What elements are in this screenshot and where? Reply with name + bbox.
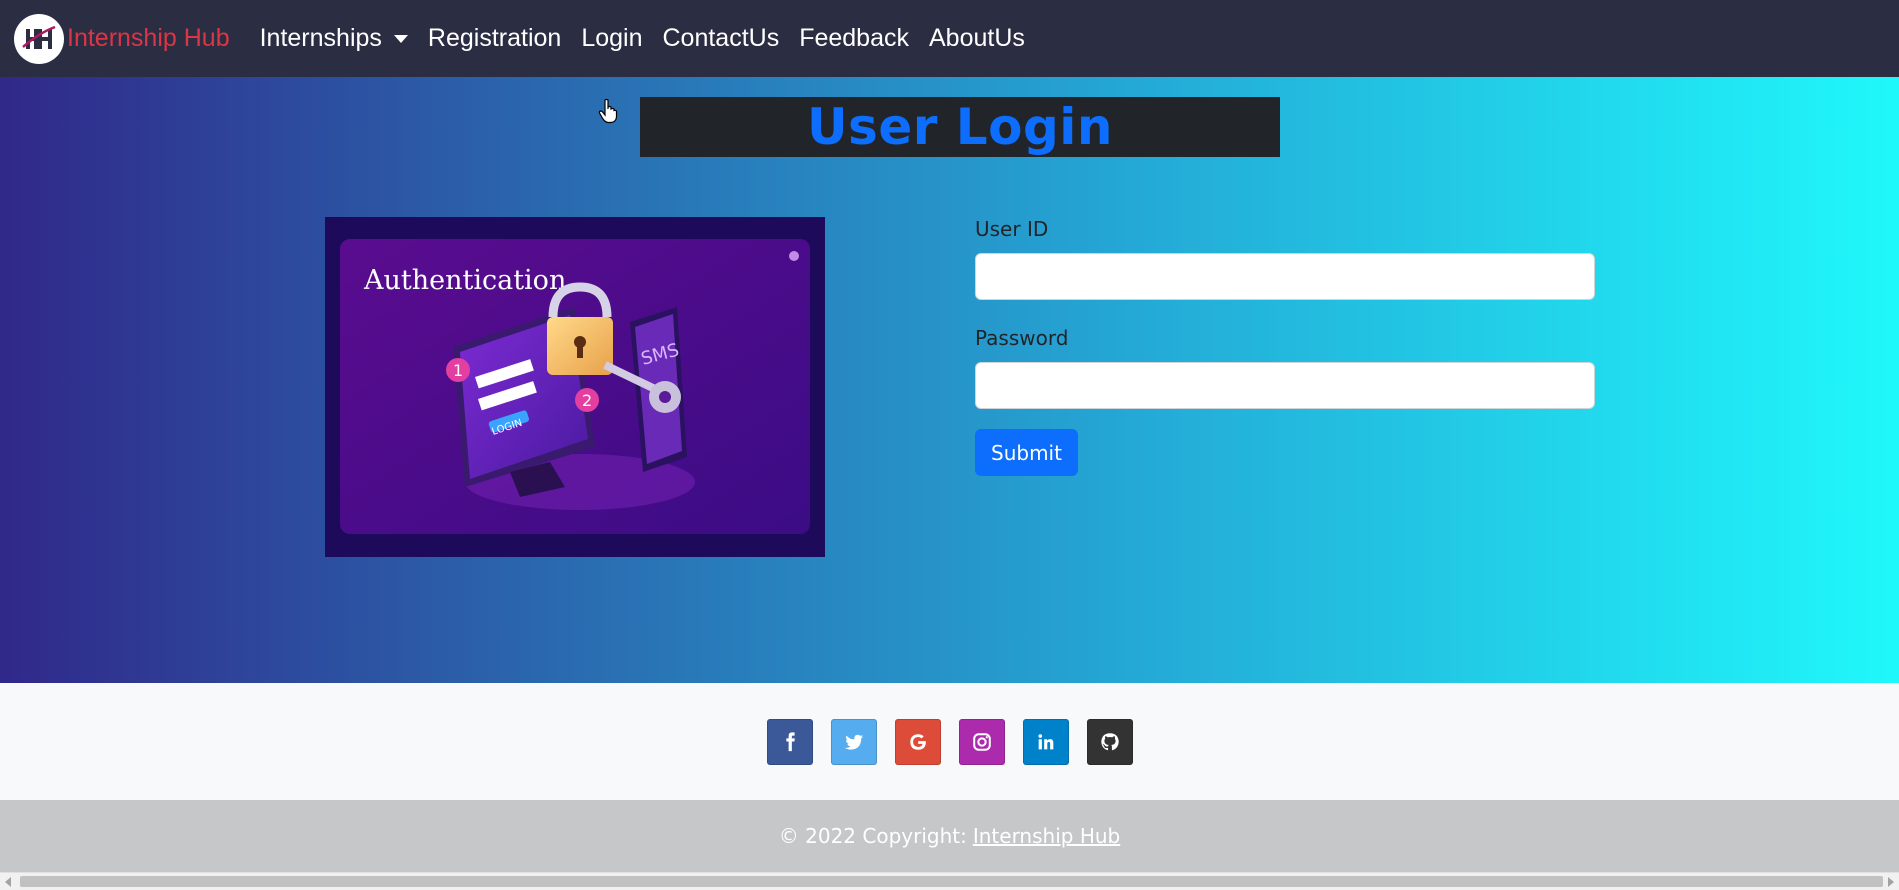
svg-text:1: 1: [453, 361, 463, 380]
twitter-icon: [844, 734, 863, 750]
horizontal-scrollbar[interactable]: [0, 872, 1899, 890]
github-button[interactable]: [1086, 718, 1133, 765]
linkedin-icon: [1037, 733, 1053, 749]
instagram-button[interactable]: [958, 718, 1005, 765]
scrollbar-thumb[interactable]: [20, 876, 1883, 887]
copyright-text: © 2022 Copyright:: [778, 824, 967, 848]
svg-text:2: 2: [582, 391, 592, 410]
nav-aboutus[interactable]: AboutUs: [929, 24, 1025, 53]
nav-feedback[interactable]: Feedback: [799, 24, 909, 53]
title-box: User Login: [640, 97, 1280, 157]
login-section: User Login Authentication LOGIN 1 SMS 2 …: [0, 77, 1899, 683]
image-caption: Authentication: [363, 265, 566, 296]
copyright-bar: © 2022 Copyright: Internship Hub: [0, 800, 1899, 872]
nav-registration[interactable]: Registration: [428, 24, 561, 53]
chevron-down-icon: [393, 34, 408, 43]
navbar: Internship Hub Internships Registration …: [0, 0, 1899, 77]
brand-link[interactable]: Internship Hub: [14, 13, 230, 64]
copyright-link[interactable]: Internship Hub: [973, 824, 1120, 848]
scroll-left-arrow-icon[interactable]: [5, 877, 11, 887]
nav-internships-label: Internships: [259, 24, 382, 52]
instagram-icon: [972, 732, 991, 751]
linkedin-button[interactable]: [1022, 718, 1069, 765]
google-icon: [909, 733, 926, 750]
nav-links: Internships Registration Login ContactUs…: [260, 24, 1045, 53]
facebook-button[interactable]: [766, 718, 813, 765]
login-form: User ID Password Submit: [975, 217, 1595, 476]
twitter-button[interactable]: [830, 718, 877, 765]
submit-button[interactable]: Submit: [975, 429, 1078, 476]
social-links: [0, 683, 1899, 800]
google-button[interactable]: [894, 718, 941, 765]
nav-contactus[interactable]: ContactUs: [662, 24, 779, 53]
nav-login[interactable]: Login: [581, 24, 642, 53]
logo-icon: [14, 13, 64, 64]
scroll-right-arrow-icon[interactable]: [1888, 877, 1894, 887]
user-id-label: User ID: [975, 217, 1049, 241]
password-label: Password: [975, 326, 1069, 350]
page-title: User Login: [806, 98, 1114, 156]
facebook-icon: [785, 731, 795, 751]
brand-name: Internship Hub: [67, 24, 230, 52]
authentication-illustration: Authentication LOGIN 1 SMS 2: [325, 217, 825, 557]
user-id-input[interactable]: [975, 253, 1595, 300]
hand-cursor-icon: [598, 98, 618, 124]
password-input[interactable]: [975, 362, 1595, 409]
nav-internships-dropdown[interactable]: Internships: [260, 24, 408, 53]
github-icon: [1100, 732, 1119, 750]
